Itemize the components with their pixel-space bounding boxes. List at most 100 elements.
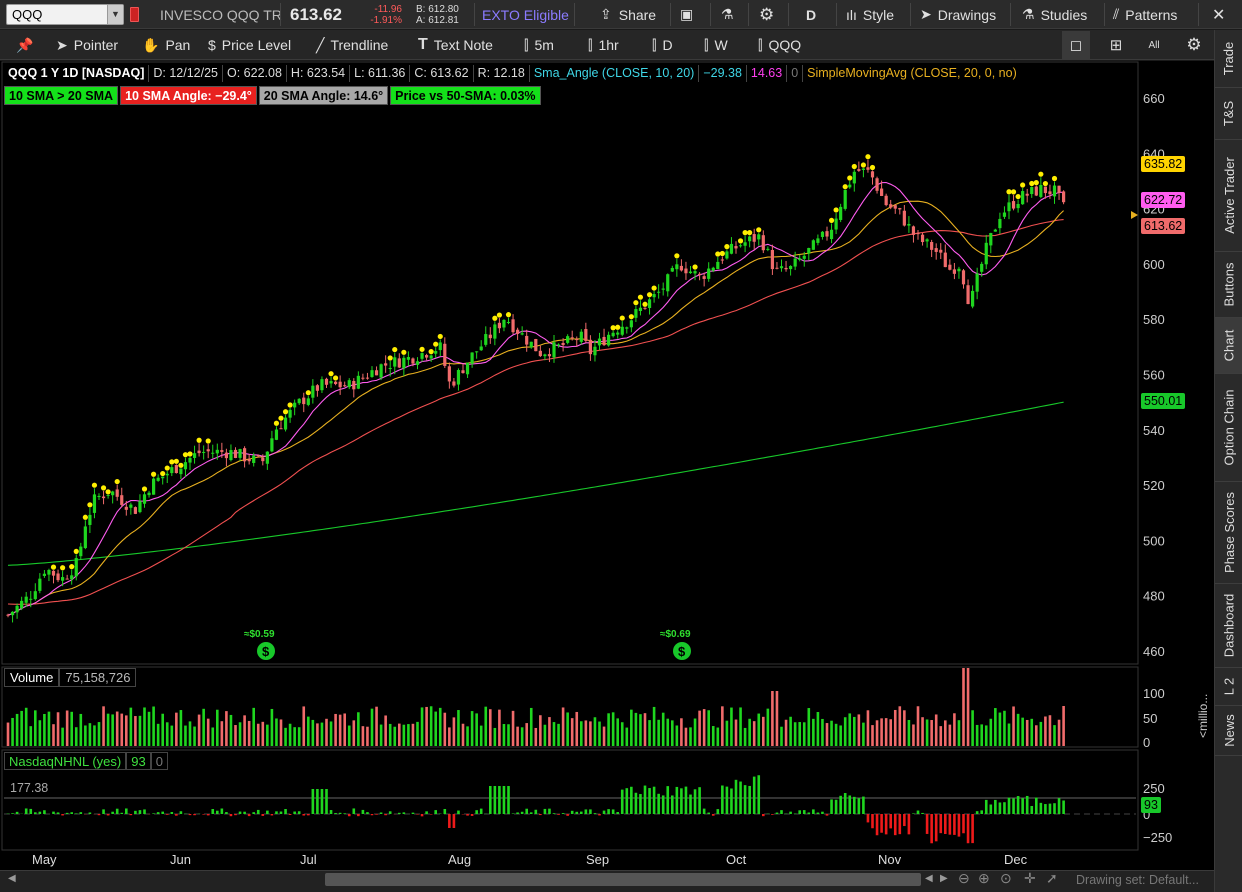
pct-change: -1.91% <box>370 14 402 26</box>
nhnl-bar <box>611 809 615 814</box>
candle-body <box>493 324 497 339</box>
study-sma-angle[interactable]: Sma_Angle (CLOSE, 10, 20) <box>530 65 700 82</box>
right-tab-news[interactable]: News <box>1215 706 1242 756</box>
settings-gear-icon[interactable]: ⚙ <box>759 0 774 29</box>
tf-qqq-button[interactable]: ⫿ QQQ <box>758 30 801 60</box>
zoom-out-icon[interactable]: ⊖ <box>958 870 970 887</box>
right-tab-trade[interactable]: Trade <box>1215 30 1242 88</box>
month-label: Dec <box>1004 852 1028 867</box>
right-tab-t-s[interactable]: T&S <box>1215 88 1242 140</box>
drawing-set-label[interactable]: Drawing set: Default... <box>1076 873 1199 887</box>
signal-dot <box>141 486 148 492</box>
tf-w-button[interactable]: ⫿ W <box>704 30 728 60</box>
volume-bar <box>420 707 424 746</box>
chart-canvas[interactable]: 660640620600580560540520500480460≈$0.59$… <box>0 61 1214 892</box>
nhnl-bar <box>97 814 101 816</box>
pan-tool[interactable]: ✋ Pan <box>142 30 190 60</box>
nhnl-bar <box>620 789 624 814</box>
grid-layout-icon[interactable]: ⊞ <box>1102 31 1130 59</box>
study-sma20[interactable]: SimpleMovingAvg (CLOSE, 20, 0, no) <box>803 65 1021 82</box>
right-tab-chart[interactable]: Chart <box>1215 318 1242 374</box>
signal-dot <box>610 325 616 331</box>
candle-body <box>274 429 279 440</box>
nhnl-bar <box>211 809 215 814</box>
nhnl-bar <box>234 814 237 816</box>
time-scrollbar[interactable] <box>325 873 921 886</box>
volume-bar <box>184 725 187 746</box>
candle-body <box>789 266 793 270</box>
month-label: Oct <box>726 852 747 867</box>
nhnl-bar <box>466 814 469 816</box>
right-tab-option-chain[interactable]: Option Chain <box>1215 374 1242 482</box>
candle-body <box>1057 185 1061 193</box>
right-tab-label: Option Chain <box>1221 389 1237 466</box>
right-tab-dashboard[interactable]: Dashboard <box>1215 584 1242 668</box>
right-tab-phase-scores[interactable]: Phase Scores <box>1215 482 1242 584</box>
pin-icon[interactable]: 📌 <box>16 30 33 60</box>
right-tab-label: T&S <box>1221 100 1237 127</box>
zoom-in-icon[interactable]: ⊕ <box>978 870 990 887</box>
single-layout-icon[interactable]: ◻ <box>1062 31 1090 59</box>
right-tab-buttons[interactable]: Buttons <box>1215 252 1242 318</box>
close-icon[interactable]: ✕ <box>1212 0 1225 29</box>
price-level-tool[interactable]: $ Price Level <box>208 30 291 60</box>
nhnl-bar <box>903 814 906 827</box>
symbol-dropdown-icon[interactable]: ▼ <box>107 5 123 24</box>
signal-dot <box>401 349 407 355</box>
nhnl-bar <box>702 808 706 814</box>
nhnl-bar <box>693 789 697 814</box>
volume-bar <box>566 712 569 746</box>
tf-d-button[interactable]: ⫿ D <box>652 30 673 60</box>
pointer-tool[interactable]: ➤ Pointer <box>56 30 118 60</box>
nhnl-bar <box>256 809 260 814</box>
patterns-menu[interactable]: ⫽ Patterns <box>1113 0 1177 29</box>
crosshair-icon[interactable]: ✛ <box>1024 870 1036 887</box>
flask-icon[interactable]: ⚗ <box>721 0 734 29</box>
volume-bar <box>1012 706 1015 746</box>
nhnl-bar <box>939 814 943 834</box>
volume-bar <box>175 712 178 746</box>
tf-5m-button[interactable]: ⫿ 5m <box>524 30 554 60</box>
candle-body <box>370 370 374 377</box>
zoom-fit-icon[interactable]: ⊙ <box>1000 870 1012 887</box>
alert-icon[interactable] <box>130 0 139 29</box>
candle-body <box>475 351 479 353</box>
candle-body <box>688 271 693 274</box>
scroll-left-icon-2[interactable]: ◀ <box>925 873 933 884</box>
volume-bar <box>1021 717 1024 746</box>
drawings-menu[interactable]: ➤ Drawings <box>920 0 996 29</box>
studies-menu[interactable]: ⚗ Studies <box>1022 0 1087 29</box>
all-layout-icon[interactable]: All <box>1140 31 1168 59</box>
exto-eligible-badge[interactable]: EXTO Eligible <box>482 0 569 29</box>
tf-1hr-button[interactable]: ⫿ 1hr <box>588 30 619 60</box>
right-tab-l-2[interactable]: L 2 <box>1215 668 1242 706</box>
scroll-right-icon[interactable]: ▶ <box>940 873 948 884</box>
nhnl-bar <box>74 813 78 814</box>
patterns-icon: ⫽ <box>1113 6 1120 22</box>
nhnl-bar <box>270 814 274 816</box>
nhnl-bar <box>957 814 961 837</box>
symbol-input[interactable]: QQQ ▼ <box>6 4 124 25</box>
nhnl-title[interactable]: NasdaqNHNL (yes) <box>4 752 127 770</box>
signal-dot <box>50 564 57 570</box>
nhnl-bar <box>657 793 660 814</box>
volume-bar <box>771 691 774 746</box>
style-menu[interactable]: ılı Style <box>846 0 894 29</box>
candle-body <box>784 267 788 270</box>
cursor-icon[interactable]: ➚ <box>1046 870 1058 887</box>
price-tick-label: 500 <box>1143 533 1165 548</box>
right-tab-active-trader[interactable]: Active Trader <box>1215 140 1242 252</box>
snapshot-icon[interactable]: ▣ <box>680 0 693 29</box>
nhnl-bar <box>388 811 392 814</box>
share-button[interactable]: ⇪ Share <box>600 0 656 29</box>
signal-dot <box>496 312 502 318</box>
candle-body <box>834 218 838 230</box>
scroll-left-icon[interactable]: ◀ <box>8 873 16 884</box>
text-note-tool[interactable]: T Text Note <box>418 30 493 60</box>
nhnl-bar <box>225 812 228 814</box>
nhnl-bar <box>934 814 938 842</box>
chart-settings-icon[interactable]: ⚙ <box>1180 31 1208 59</box>
volume-bar <box>689 727 692 746</box>
trendline-tool[interactable]: ╱ Trendline <box>316 30 388 60</box>
period-selector[interactable]: D <box>806 0 816 29</box>
